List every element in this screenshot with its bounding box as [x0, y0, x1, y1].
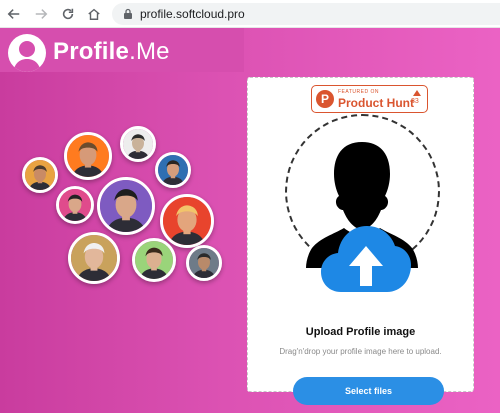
browser-toolbar: profile.softcloud.pro: [0, 0, 500, 28]
avatar-6: [97, 177, 155, 235]
avatar-9: [132, 238, 176, 282]
select-files-button[interactable]: Select files: [293, 377, 444, 405]
upload-hint: Drag'n'drop your profile image here to u…: [279, 347, 442, 356]
brand-bold: Profile: [53, 38, 130, 65]
home-button[interactable]: [84, 4, 104, 24]
upload-dropzone[interactable]: P FEATURED ON Product Hunt 33 Upload Pro…: [247, 77, 474, 392]
back-button[interactable]: [4, 4, 24, 24]
site-header: Profile.Me: [0, 28, 244, 72]
avatar-7: [160, 194, 214, 248]
brand-light: .Me: [129, 38, 170, 65]
avatar-2: [64, 132, 112, 180]
url-text: profile.softcloud.pro: [140, 7, 245, 21]
avatar-8: [68, 232, 120, 284]
product-hunt-votes: 33: [411, 98, 419, 105]
avatar-10: [186, 245, 222, 281]
profile-logo-icon[interactable]: [8, 34, 46, 72]
product-hunt-name: Product Hunt: [338, 96, 414, 110]
product-hunt-logo-icon: P: [316, 90, 334, 108]
address-bar[interactable]: profile.softcloud.pro: [112, 3, 500, 25]
home-icon: [88, 8, 100, 20]
avatar-4: [155, 152, 191, 188]
brand-name[interactable]: Profile.Me: [53, 38, 170, 66]
page-background: Profile.Me P FEATURED ON Product Hunt 33…: [0, 28, 500, 413]
product-hunt-badge[interactable]: P FEATURED ON Product Hunt 33: [311, 85, 428, 113]
product-hunt-featured-label: FEATURED ON: [338, 89, 379, 95]
upload-title: Upload Profile image: [305, 326, 416, 338]
avatar-1: [22, 157, 58, 193]
upvote-arrow-icon: [413, 90, 421, 96]
avatar-5: [56, 186, 94, 224]
forward-button[interactable]: [31, 4, 51, 24]
reload-button[interactable]: [58, 4, 78, 24]
reload-icon: [62, 8, 74, 20]
back-arrow-icon: [7, 9, 20, 19]
forward-arrow-icon: [35, 9, 48, 19]
upload-cloud-icon: [321, 226, 411, 292]
lock-icon: [124, 8, 132, 19]
avatar-3: [120, 126, 156, 162]
